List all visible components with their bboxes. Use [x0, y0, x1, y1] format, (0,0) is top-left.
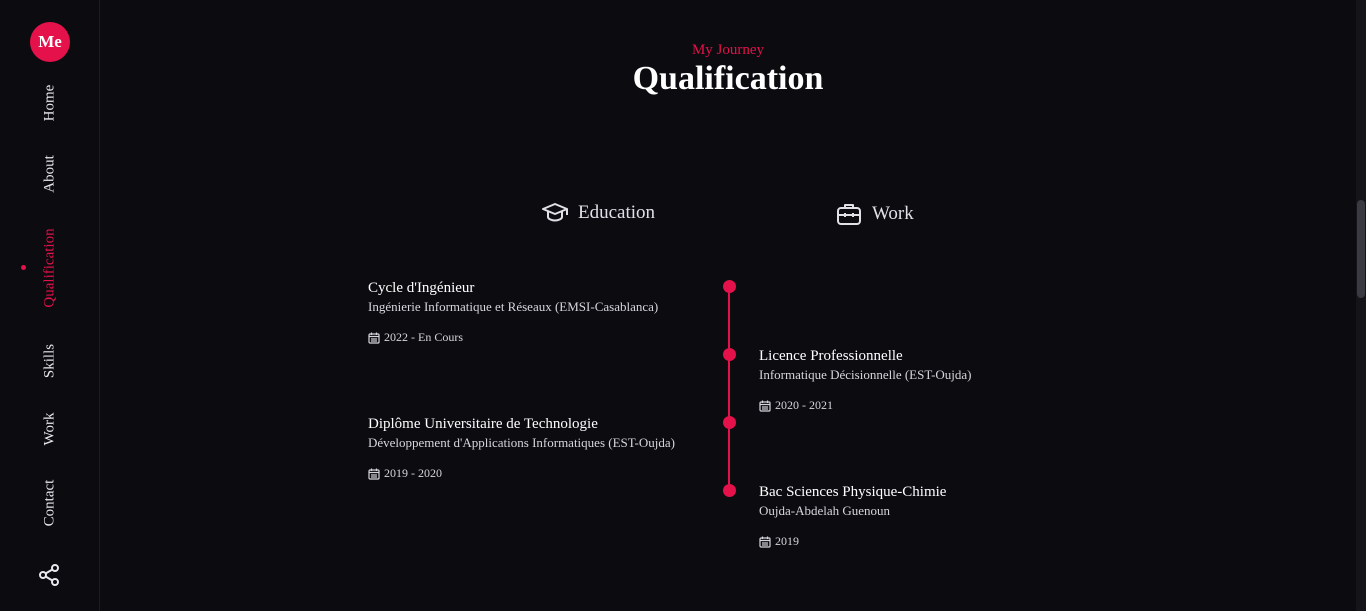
timeline-dot [723, 484, 736, 497]
entry-date: 2020 - 2021 [759, 398, 972, 413]
timeline-dot [723, 348, 736, 361]
entry-date: 2022 - En Cours [368, 330, 658, 345]
entry-subtitle: Oujda-Abdelah Guenoun [759, 503, 891, 518]
calendar-icon [368, 468, 380, 480]
tab-education[interactable]: Education [542, 202, 655, 224]
graduation-cap-icon [542, 202, 568, 224]
entry-title: Diplôme Universitaire de Technologie [368, 416, 598, 432]
nav-item-skills[interactable]: Skills [42, 344, 59, 378]
timeline-dot [723, 280, 736, 293]
tab-work[interactable]: Work [836, 202, 914, 226]
scrollbar-thumb[interactable] [1357, 200, 1365, 298]
entry-subtitle: Ingénierie Informatique et Réseaux (EMSI… [368, 299, 659, 314]
entry-date: 2019 - 2020 [368, 466, 675, 481]
section-title: Qualification [632, 60, 824, 97]
entry-subtitle: Développement d'Applications Informatiqu… [368, 435, 675, 450]
active-indicator-dot [21, 265, 26, 270]
calendar-icon [759, 400, 771, 412]
timeline-entry: Diplôme Universitaire de Technologie Dév… [368, 415, 675, 481]
entry-title: Cycle d'Ingénieur [368, 280, 475, 296]
timeline-entry: Bac Sciences Physique-Chimie Oujda-Abdel… [759, 483, 946, 549]
calendar-icon [368, 332, 380, 344]
entry-subtitle: Informatique Décisionnelle (EST-Oujda) [759, 367, 972, 382]
timeline-dot [723, 416, 736, 429]
nav-item-work[interactable]: Work [42, 413, 59, 446]
entry-date-text: 2019 - 2020 [384, 466, 442, 480]
nav-item-contact[interactable]: Contact [42, 480, 59, 527]
timeline-line [728, 287, 730, 490]
calendar-icon [759, 536, 771, 548]
entry-date: 2019 [759, 534, 946, 549]
timeline-entry: Licence Professionnelle Informatique Déc… [759, 347, 972, 413]
entry-date-text: 2020 - 2021 [775, 398, 833, 412]
nav-item-qualification[interactable]: Qualification [42, 228, 59, 307]
entry-title: Licence Professionnelle [759, 348, 903, 364]
tab-work-label: Work [872, 203, 914, 224]
tab-education-label: Education [578, 202, 656, 223]
nav-item-about[interactable]: About [42, 155, 59, 193]
share-icon[interactable] [37, 563, 61, 587]
entry-title: Bac Sciences Physique-Chimie [759, 484, 947, 500]
briefcase-icon [836, 202, 862, 226]
timeline-entry: Cycle d'Ingénieur Ingénierie Informatiqu… [368, 279, 658, 345]
entry-date-text: 2019 [775, 534, 799, 548]
section-subtitle: My Journey [691, 42, 765, 58]
entry-date-text: 2022 - En Cours [384, 330, 463, 344]
